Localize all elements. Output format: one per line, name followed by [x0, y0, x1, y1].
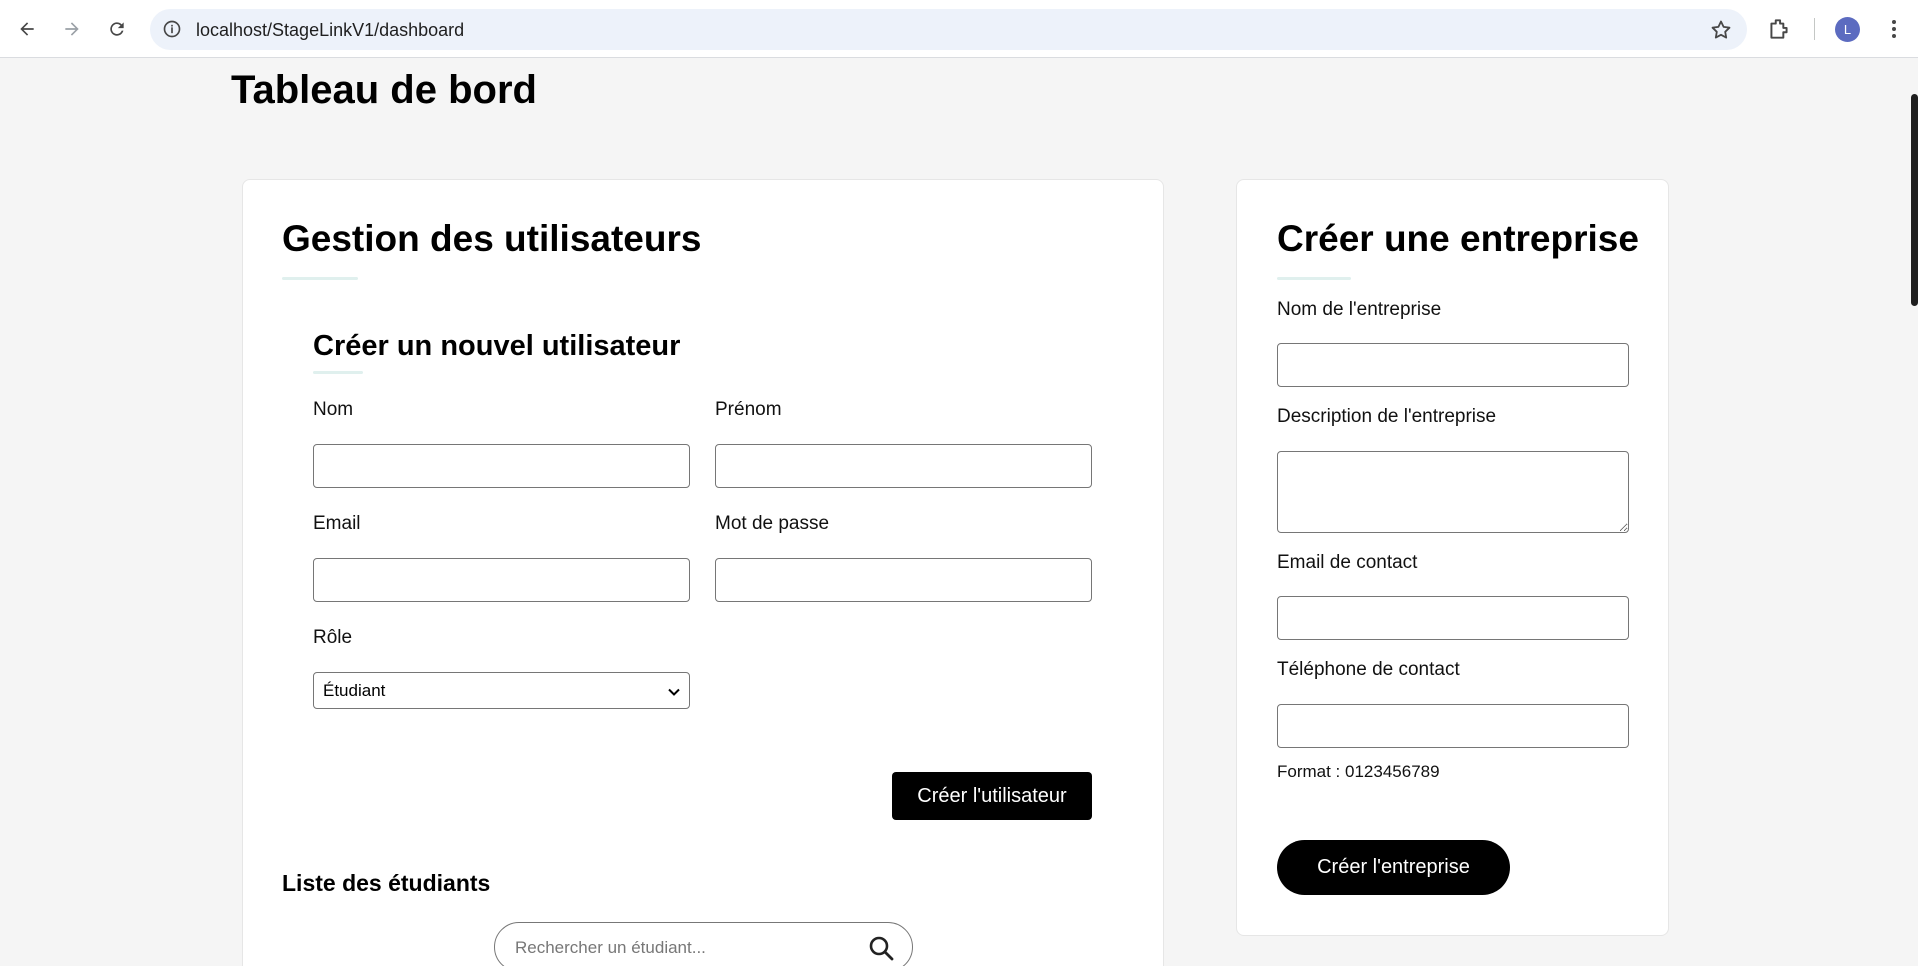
company-description-label: Description de l'entreprise [1277, 406, 1497, 427]
student-search-box[interactable] [494, 922, 913, 966]
role-label: Rôle [313, 627, 353, 648]
contact-email-label: Email de contact [1277, 552, 1418, 573]
nom-label: Nom [313, 399, 354, 420]
chevron-down-icon [668, 688, 680, 696]
password-input[interactable] [715, 558, 1092, 602]
student-list-heading: Liste des étudiants [282, 870, 491, 896]
nom-input[interactable] [313, 444, 690, 488]
subheading-underline [313, 371, 363, 374]
contact-phone-input[interactable] [1277, 704, 1629, 748]
contact-email-input[interactable] [1277, 596, 1629, 640]
url-text: localhost/StageLinkV1/dashboard [196, 20, 465, 40]
company-name-label: Nom de l'entreprise [1277, 299, 1442, 320]
company-name-input[interactable] [1277, 343, 1629, 387]
create-user-button[interactable]: Créer l'utilisateur [892, 772, 1092, 820]
heading-underline [1277, 277, 1351, 280]
student-search-input[interactable] [515, 935, 845, 961]
company-description-textarea[interactable] [1277, 451, 1629, 533]
toolbar-divider [1814, 18, 1815, 40]
create-user-heading: Créer un nouvel utilisateur [313, 330, 681, 362]
back-button[interactable] [10, 12, 44, 46]
address-bar[interactable]: localhost/StageLinkV1/dashboard [150, 9, 1747, 50]
kebab-menu-icon[interactable] [1882, 17, 1906, 41]
role-selected-value: Étudiant [323, 680, 386, 700]
browser-toolbar: localhost/StageLinkV1/dashboard L [0, 0, 1918, 58]
email-label: Email [313, 513, 361, 534]
page-scrollbar[interactable] [1911, 94, 1918, 306]
arrow-right-icon [65, 22, 79, 36]
bookmark-star-icon[interactable] [1709, 18, 1733, 42]
page-title: Tableau de bord [231, 68, 537, 112]
forward-button[interactable] [55, 12, 89, 46]
password-label: Mot de passe [715, 513, 830, 534]
email-input[interactable] [313, 558, 690, 602]
reload-button[interactable] [100, 12, 134, 46]
phone-format-hint: Format : 0123456789 [1277, 762, 1440, 781]
avatar-letter: L [1843, 22, 1852, 37]
search-icon[interactable] [868, 935, 894, 961]
profile-avatar[interactable]: L [1835, 17, 1860, 42]
site-info-icon[interactable] [160, 17, 184, 41]
create-company-button[interactable]: Créer l'entreprise [1277, 840, 1510, 895]
extensions-icon[interactable] [1766, 16, 1792, 42]
prenom-input[interactable] [715, 444, 1092, 488]
prenom-label: Prénom [715, 399, 782, 420]
role-select[interactable]: Étudiant [313, 672, 690, 709]
arrow-left-icon [20, 22, 34, 36]
user-management-heading: Gestion des utilisateurs [282, 218, 702, 259]
contact-phone-label: Téléphone de contact [1277, 659, 1460, 680]
create-company-heading: Créer une entreprise [1277, 218, 1639, 259]
heading-underline [282, 277, 358, 280]
reload-icon [110, 22, 124, 36]
